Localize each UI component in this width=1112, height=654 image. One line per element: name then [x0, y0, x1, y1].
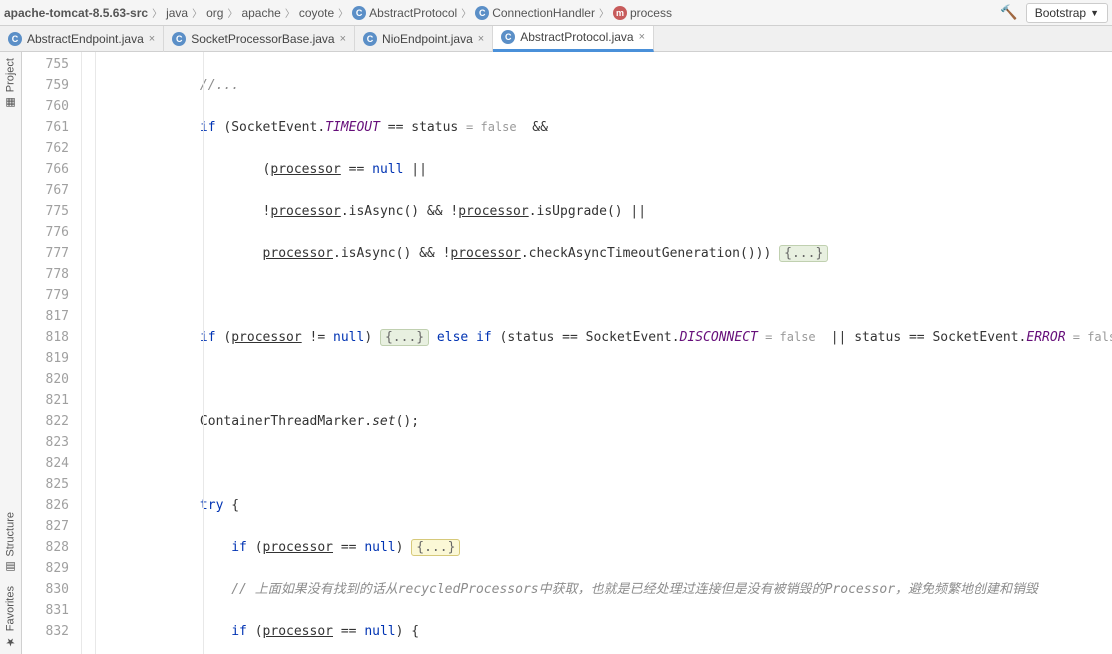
fold-region[interactable]: {...} [411, 539, 460, 556]
line-number[interactable]: 777 [22, 243, 69, 264]
breadcrumb-item[interactable]: java [166, 6, 188, 20]
editor-main: ▦Project ▤Structure ★Favorites 755 759 7… [0, 52, 1112, 654]
close-icon[interactable]: × [639, 31, 645, 43]
chevron-right-icon: 〉 [461, 5, 471, 20]
line-number[interactable]: 818 [22, 327, 69, 348]
line-number[interactable]: 820 [22, 369, 69, 390]
line-number[interactable]: 817 [22, 306, 69, 327]
chevron-right-icon: 〉 [227, 5, 237, 20]
tab-nioendpoint[interactable]: CNioEndpoint.java× [355, 26, 493, 52]
line-number[interactable]: 829 [22, 558, 69, 579]
editor-tabs: CAbstractEndpoint.java× CSocketProcessor… [0, 26, 1112, 52]
breadcrumbs: apache-tomcat-8.5.63-src 〉 java 〉 org 〉 … [4, 5, 1000, 20]
line-number[interactable]: 828 [22, 537, 69, 558]
line-number[interactable]: 779 [22, 285, 69, 306]
line-number[interactable]: 775 [22, 201, 69, 222]
class-icon: C [352, 6, 366, 20]
breadcrumb-item[interactable]: coyote [299, 6, 334, 20]
toolbar-right: 🔨 Bootstrap ▼ [1000, 3, 1108, 23]
line-number[interactable]: 825 [22, 474, 69, 495]
chevron-right-icon: 〉 [338, 5, 348, 20]
breadcrumb-inner[interactable]: CConnectionHandler [475, 6, 595, 20]
line-number[interactable]: 762 [22, 138, 69, 159]
tab-abstractprotocol[interactable]: CAbstractProtocol.java× [493, 26, 654, 52]
class-icon: C [501, 30, 515, 44]
fold-gutter[interactable] [82, 52, 96, 654]
method-icon: m [613, 6, 627, 20]
chevron-right-icon: 〉 [285, 5, 295, 20]
chevron-down-icon: ▼ [1090, 8, 1099, 18]
class-icon: C [8, 32, 22, 46]
tool-stripe-left: ▦Project ▤Structure ★Favorites [0, 52, 22, 654]
close-icon[interactable]: × [340, 33, 346, 45]
line-number[interactable]: 776 [22, 222, 69, 243]
structure-icon: ▤ [4, 561, 17, 574]
class-icon: C [172, 32, 186, 46]
breadcrumb-method[interactable]: mprocess [613, 6, 672, 20]
tool-structure[interactable]: ▤Structure [4, 506, 17, 580]
tool-favorites[interactable]: ★Favorites [4, 580, 17, 654]
breadcrumb-project[interactable]: apache-tomcat-8.5.63-src [4, 6, 148, 20]
line-number[interactable]: 830 [22, 579, 69, 600]
line-number[interactable]: 822 [22, 411, 69, 432]
close-icon[interactable]: × [149, 33, 155, 45]
breadcrumb-item[interactable]: org [206, 6, 223, 20]
breadcrumb-bar: apache-tomcat-8.5.63-src 〉 java 〉 org 〉 … [0, 0, 1112, 26]
line-number[interactable]: 766 [22, 159, 69, 180]
line-number[interactable]: 823 [22, 432, 69, 453]
tool-project[interactable]: ▦Project [4, 52, 17, 115]
tab-abstractendpoint[interactable]: CAbstractEndpoint.java× [0, 26, 164, 52]
line-number[interactable]: 824 [22, 453, 69, 474]
breadcrumb-class[interactable]: CAbstractProtocol [352, 6, 457, 20]
star-icon: ★ [4, 635, 17, 648]
class-icon: C [475, 6, 489, 20]
chevron-right-icon: 〉 [192, 5, 202, 20]
chevron-right-icon: 〉 [152, 5, 162, 20]
indent-guide [203, 52, 204, 654]
line-number[interactable]: 761 [22, 117, 69, 138]
line-number[interactable]: 767 [22, 180, 69, 201]
line-number[interactable]: 831 [22, 600, 69, 621]
line-number[interactable]: 819 [22, 348, 69, 369]
line-number[interactable]: 821 [22, 390, 69, 411]
chevron-right-icon: 〉 [599, 5, 609, 20]
fold-region[interactable]: {...} [380, 329, 429, 346]
line-gutter[interactable]: 755 759 760 761 762 766 767 775 776 777 … [22, 52, 82, 654]
code-editor[interactable]: //... if (SocketEvent.TIMEOUT == status … [96, 52, 1112, 654]
class-icon: C [363, 32, 377, 46]
line-number[interactable]: 760 [22, 96, 69, 117]
run-config-selector[interactable]: Bootstrap ▼ [1026, 3, 1108, 23]
line-number[interactable]: 827 [22, 516, 69, 537]
tab-socketprocessorbase[interactable]: CSocketProcessorBase.java× [164, 26, 355, 52]
breadcrumb-item[interactable]: apache [241, 6, 280, 20]
line-number[interactable]: 826 [22, 495, 69, 516]
fold-region[interactable]: {...} [779, 245, 828, 262]
line-number[interactable]: 832 [22, 621, 69, 642]
project-icon: ▦ [4, 96, 17, 109]
line-number[interactable]: 759 [22, 75, 69, 96]
line-number[interactable]: 755 [22, 54, 69, 75]
close-icon[interactable]: × [478, 33, 484, 45]
line-number[interactable]: 778 [22, 264, 69, 285]
build-icon[interactable]: 🔨 [1000, 4, 1017, 21]
